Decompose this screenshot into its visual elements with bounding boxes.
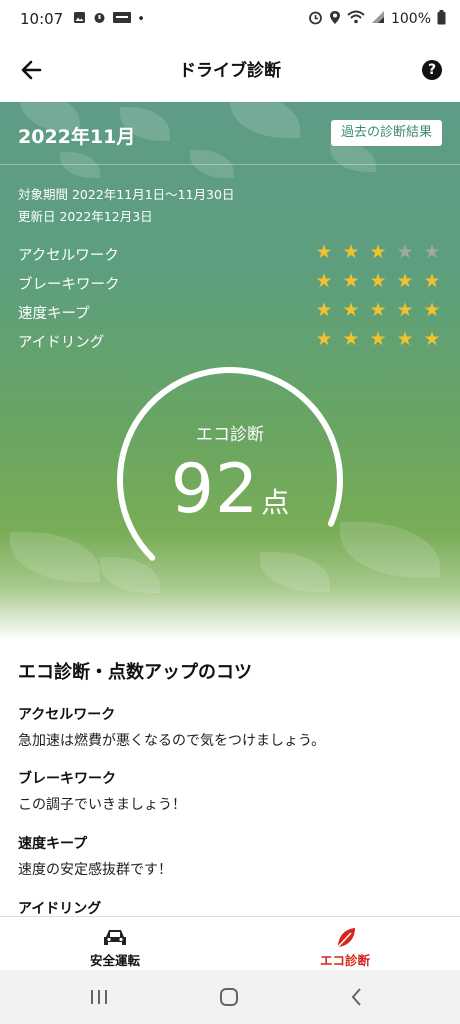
star-filled-icon: ★ (396, 328, 414, 350)
rating-row-accelerator: アクセルワーク ★ ★ ★ ★ ★ (18, 242, 442, 268)
star-filled-icon: ★ (423, 270, 441, 292)
status-bar: 10:07 • 100% (0, 0, 460, 38)
back-icon[interactable] (345, 985, 369, 1009)
tips-section[interactable]: エコ診断・点数アップのコツ アクセルワーク 急加速は燃費が悪くなるので気をつけま… (0, 640, 460, 916)
foliage-decoration (10, 532, 100, 582)
nav-label: エコ診断 (319, 953, 370, 968)
location-icon (329, 10, 341, 29)
rating-label: アイドリング (18, 335, 105, 351)
star-empty-icon: ★ (423, 241, 441, 263)
foliage-decoration (230, 102, 300, 138)
alarm-icon (308, 10, 323, 29)
target-month: 2022年11月 (18, 126, 136, 148)
score-unit: 点 (261, 486, 290, 519)
star-filled-icon: ★ (423, 328, 441, 350)
tip-heading: 速度キープ (18, 836, 88, 852)
app-bar: ドライブ診断 ? (0, 38, 460, 102)
tips-title: エコ診断・点数アップのコツ (18, 662, 252, 683)
star-filled-icon: ★ (342, 299, 360, 321)
nav-safe-driving[interactable]: 安全運転 (0, 917, 230, 971)
page-title: ドライブ診断 (179, 61, 281, 81)
star-filled-icon: ★ (396, 299, 414, 321)
home-icon[interactable] (217, 985, 241, 1009)
star-rating: ★ ★ ★ ★ ★ (314, 300, 442, 320)
foliage-decoration (60, 152, 100, 178)
tip-heading: ブレーキワーク (18, 771, 116, 787)
leaf-icon (331, 927, 359, 949)
star-rating: ★ ★ ★ ★ ★ (314, 329, 442, 349)
tip-body: 急加速は燃費が悪くなるので気をつけましょう。 (18, 733, 326, 749)
battery-level: 100% (390, 11, 431, 27)
star-filled-icon: ★ (342, 241, 360, 263)
gauge-label: エコ診断 (196, 425, 264, 445)
recent-apps-icon[interactable] (87, 985, 111, 1009)
score-value: 92 (170, 450, 260, 529)
target-period: 対象期間 2022年11月1日〜11月30日 (18, 187, 235, 202)
eco-score: 92点 (0, 450, 460, 529)
star-filled-icon: ★ (369, 299, 387, 321)
star-filled-icon: ★ (396, 270, 414, 292)
tip-body: この調子でいきましょう！ (18, 797, 186, 813)
rating-label: ブレーキワーク (18, 277, 120, 293)
updated-date: 更新日 2022年12月3日 (18, 209, 153, 224)
past-results-button[interactable]: 過去の診断結果 (330, 120, 442, 146)
image-notification-icon (73, 11, 86, 28)
star-filled-icon: ★ (342, 328, 360, 350)
star-filled-icon: ★ (369, 270, 387, 292)
battery-icon (437, 9, 446, 29)
nav-label: 安全運転 (89, 953, 140, 968)
tip-body: 速度の安定感抜群です！ (18, 862, 172, 878)
rating-row-speed-keep: 速度キープ ★ ★ ★ ★ ★ (18, 300, 442, 326)
rating-label: 速度キープ (18, 306, 90, 322)
car-icon (101, 927, 129, 949)
rating-row-brake: ブレーキワーク ★ ★ ★ ★ ★ (18, 271, 442, 297)
dot-icon: • (137, 11, 145, 27)
star-filled-icon: ★ (315, 328, 333, 350)
app-notification-icon (113, 11, 132, 28)
foliage-decoration (340, 522, 440, 578)
tip-heading: アクセルワーク (18, 707, 116, 723)
wifi-icon (347, 10, 365, 28)
alarm-notification-icon (92, 10, 107, 28)
star-empty-icon: ★ (396, 241, 414, 263)
star-filled-icon: ★ (369, 328, 387, 350)
star-rating: ★ ★ ★ ★ ★ (314, 271, 442, 291)
divider (0, 164, 460, 165)
star-filled-icon: ★ (315, 270, 333, 292)
rating-row-idling: アイドリング ★ ★ ★ ★ ★ (18, 329, 442, 355)
star-filled-icon: ★ (315, 241, 333, 263)
foliage-decoration (330, 142, 376, 172)
signal-icon (371, 10, 385, 28)
star-filled-icon: ★ (315, 299, 333, 321)
star-filled-icon: ★ (369, 241, 387, 263)
tip-heading: アイドリング (18, 901, 102, 916)
system-navigation-bar (0, 970, 460, 1024)
diagnosis-summary: 2022年11月 過去の診断結果 対象期間 2022年11月1日〜11月30日 … (0, 102, 460, 640)
star-filled-icon: ★ (342, 270, 360, 292)
star-filled-icon: ★ (423, 299, 441, 321)
bottom-navigation: 安全運転 エコ診断 (0, 916, 460, 971)
nav-eco-diagnosis[interactable]: エコ診断 (230, 917, 460, 971)
star-rating: ★ ★ ★ ★ ★ (314, 242, 442, 262)
rating-label: アクセルワーク (18, 248, 119, 264)
status-time: 10:07 (20, 10, 64, 28)
help-icon[interactable]: ? (422, 60, 442, 80)
